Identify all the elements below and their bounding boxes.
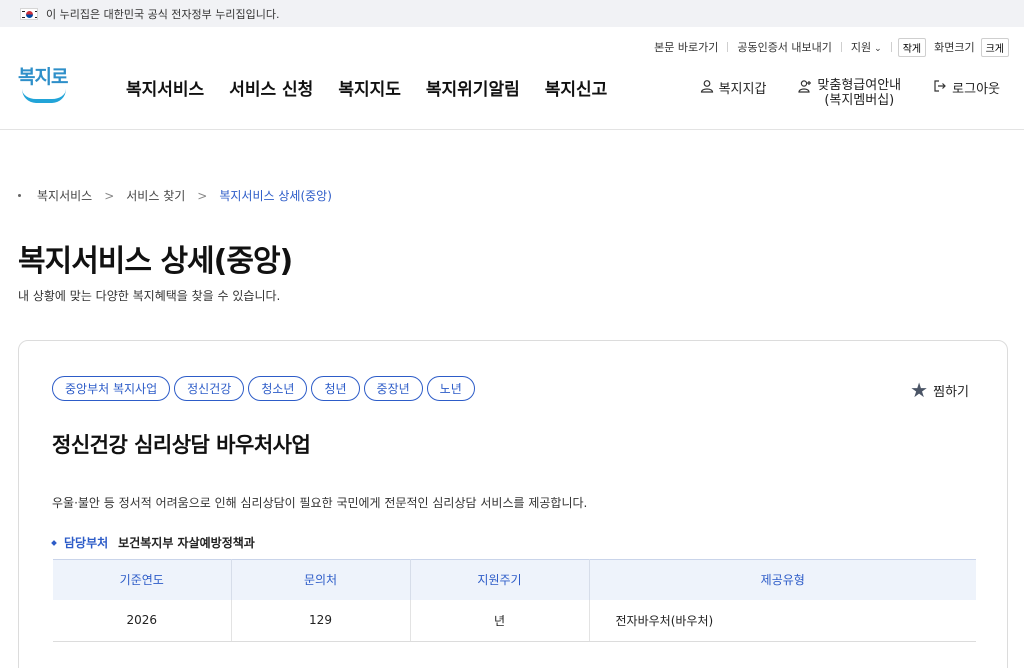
font-small-button[interactable]: 작게 xyxy=(897,37,927,57)
korea-flag-icon xyxy=(20,7,38,20)
skip-to-content-link[interactable]: 본문 바로가기 xyxy=(645,39,727,55)
person-add-icon xyxy=(798,80,812,93)
tag-youth[interactable]: 청소년 xyxy=(248,376,308,401)
header-contact: 문의처 xyxy=(231,559,411,600)
home-dot-icon xyxy=(18,194,21,197)
font-size-label: 화면크기 xyxy=(934,41,975,54)
star-icon: ★ xyxy=(910,378,929,402)
wallet-link[interactable]: 복지지갑 xyxy=(700,78,767,97)
department-label: 담당부처 xyxy=(64,536,109,550)
favorite-button[interactable]: ★ 찜하기 xyxy=(910,378,969,402)
breadcrumb-item-service-search[interactable]: 서비스 찾기 xyxy=(126,187,185,204)
department-info: 담당부처 보건복지부 자살예방정책과 xyxy=(51,534,255,551)
table-row: 2026 129 년 전자바우처(바우처) xyxy=(53,599,976,642)
nav-welfare-report[interactable]: 복지신고 xyxy=(545,75,608,100)
tag-young-adult[interactable]: 청년 xyxy=(311,376,360,401)
diamond-bullet-icon xyxy=(51,539,57,546)
service-info-table: 기준연도 문의처 지원주기 제공유형 2026 129 년 전자바우처(바우처) xyxy=(53,559,976,642)
tag-middle-aged[interactable]: 중장년 xyxy=(363,376,423,401)
service-title: 정신건강 심리상담 바우처사업 xyxy=(52,433,311,457)
tag-central-ministry[interactable]: 중앙부처 복지사업 xyxy=(52,376,171,401)
header-provision-type: 제공유형 xyxy=(589,559,976,600)
main-nav: 복지서비스 서비스 신청 복지지도 복지위기알림 복지신고 xyxy=(126,75,632,100)
membership-label-line2: (복지멤버십) xyxy=(824,93,895,108)
chevron-right-icon: > xyxy=(104,188,115,203)
nav-welfare-map[interactable]: 복지지도 xyxy=(338,75,401,100)
cell-support-cycle: 년 xyxy=(410,599,590,642)
breadcrumb-item-current: 복지서비스 상세(중앙) xyxy=(219,189,332,203)
gov-banner-text[interactable]: 이 누리집은 대한민국 공식 전자정부 누리집입니다. xyxy=(46,6,280,22)
service-tags: 중앙부처 복지사업 정신건강 청소년 청년 중장년 노년 xyxy=(52,376,479,401)
support-menu[interactable]: 지원 ⌄ xyxy=(842,39,891,55)
logout-label: 로그아웃 xyxy=(952,82,1000,97)
chevron-right-icon: > xyxy=(197,188,208,203)
breadcrumb-item-welfare-services[interactable]: 복지서비스 xyxy=(37,187,92,204)
cell-base-year: 2026 xyxy=(53,599,232,642)
support-label: 지원 xyxy=(850,41,872,54)
department-value: 보건복지부 자살예방정책과 xyxy=(118,536,255,550)
nav-welfare-services[interactable]: 복지서비스 xyxy=(126,75,204,100)
page-description: 내 상황에 맞는 다양한 복지혜택을 찾을 수 있습니다. xyxy=(18,289,281,303)
nav-crisis-alert[interactable]: 복지위기알림 xyxy=(426,75,520,100)
chevron-down-icon: ⌄ xyxy=(874,44,882,54)
cell-contact: 129 xyxy=(231,599,411,642)
membership-label-line1: 맞춤형급여안내 xyxy=(817,78,902,93)
cell-provision-type: 전자바우처(바우처) xyxy=(589,599,976,642)
person-icon xyxy=(700,80,713,93)
favorite-label: 찜하기 xyxy=(933,384,969,400)
wallet-label: 복지지갑 xyxy=(718,82,767,97)
logo-smile-icon xyxy=(22,89,66,103)
page-title: 복지서비스 상세(중앙) xyxy=(18,244,293,279)
font-large-button[interactable]: 크게 xyxy=(980,37,1009,57)
gov-banner: 이 누리집은 대한민국 공식 전자정부 누리집입니다. xyxy=(0,0,1024,27)
table-header-row: 기준연도 문의처 지원주기 제공유형 xyxy=(53,559,976,600)
header-actions: 복지지갑 맞춤형급여안내 (복지멤버십) 로그아웃 xyxy=(668,78,1000,108)
logo-text: 복지로 xyxy=(18,66,68,88)
membership-link[interactable]: 맞춤형급여안내 (복지멤버십) xyxy=(798,78,901,108)
header-base-year: 기준연도 xyxy=(53,559,232,600)
cert-export-link[interactable]: 공동인증서 내보내기 xyxy=(728,39,841,55)
header-support-cycle: 지원주기 xyxy=(410,559,590,600)
service-description: 우울·불안 등 정서적 어려움으로 인해 심리상담이 필요한 국민에게 전문적인… xyxy=(52,496,588,510)
tag-elderly[interactable]: 노년 xyxy=(426,376,475,401)
breadcrumb: 복지서비스 > 서비스 찾기 > 복지서비스 상세(중앙) xyxy=(18,187,332,204)
service-detail-card: 중앙부처 복지사업 정신건강 청소년 청년 중장년 노년 ★ 찜하기 정신건강 … xyxy=(18,340,1008,668)
divider xyxy=(890,42,892,52)
header-divider xyxy=(0,129,1024,130)
site-logo[interactable]: 복지로 xyxy=(18,62,70,106)
nav-service-apply[interactable]: 서비스 신청 xyxy=(229,75,313,100)
utility-nav: 본문 바로가기 공동인증서 내보내기 지원 ⌄ 작게 화면크기 크게 xyxy=(645,37,1009,57)
tag-mental-health[interactable]: 정신건강 xyxy=(174,376,245,401)
logout-link[interactable]: 로그아웃 xyxy=(933,78,1000,97)
logout-icon xyxy=(934,80,947,92)
